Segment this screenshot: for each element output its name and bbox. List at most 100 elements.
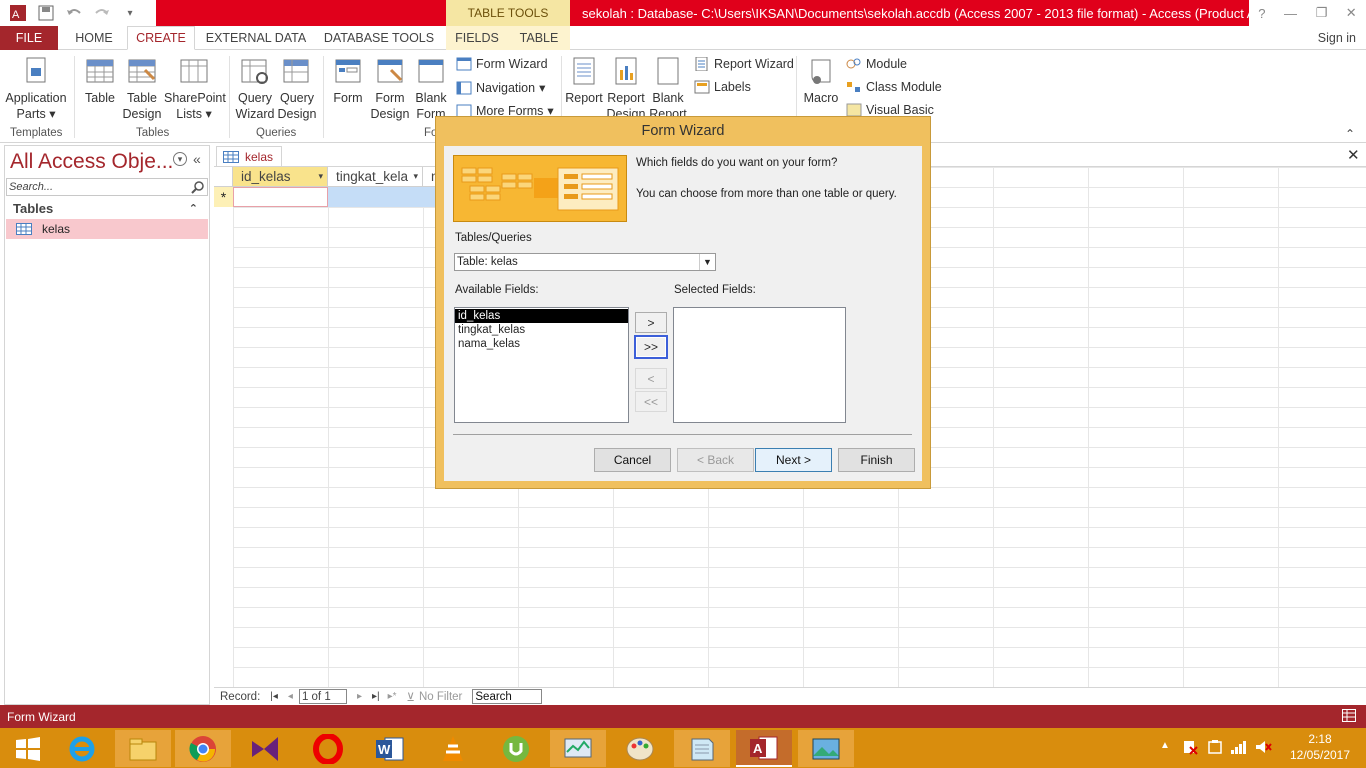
collapse-group-icon[interactable]: ⌃: [189, 202, 198, 215]
last-record-icon[interactable]: ▸|: [372, 691, 380, 702]
module-button[interactable]: Module: [846, 57, 907, 71]
report-wizard-button[interactable]: Report Wizard: [694, 57, 794, 71]
tab-file[interactable]: FILE: [0, 26, 58, 50]
nav-search-input[interactable]: Search...: [6, 178, 208, 196]
available-field-item[interactable]: tingkat_kelas: [455, 323, 628, 337]
tab-external-data[interactable]: EXTERNAL DATA: [200, 26, 312, 50]
opera-icon[interactable]: [300, 730, 356, 767]
close-document-icon[interactable]: ✕: [1347, 146, 1360, 164]
form-wizard-button[interactable]: Form Wizard: [456, 57, 548, 71]
nav-pane-title[interactable]: All Access Obje...: [10, 150, 173, 174]
help-icon[interactable]: ?: [1258, 6, 1265, 21]
blank-form-button[interactable]: Blank Form: [412, 56, 450, 122]
tab-database-tools[interactable]: DATABASE TOOLS: [320, 26, 438, 50]
tab-table[interactable]: TABLE: [508, 26, 570, 50]
chevron-down-icon[interactable]: ▼: [699, 254, 715, 270]
new-record-icon[interactable]: ▸*: [388, 691, 397, 702]
datasheet-view-icon[interactable]: [1342, 709, 1356, 725]
utorrent-icon[interactable]: [488, 730, 544, 767]
cell-id-kelas[interactable]: [233, 187, 328, 207]
available-fields-list[interactable]: id_kelas tingkat_kelas nama_kelas: [454, 307, 629, 423]
finish-button[interactable]: Finish: [838, 448, 915, 472]
show-hidden-icons[interactable]: ▲: [1160, 740, 1170, 751]
file-explorer-icon[interactable]: [115, 730, 171, 767]
class-module-button[interactable]: Class Module: [846, 80, 942, 94]
sign-in-link[interactable]: Sign in: [1318, 26, 1356, 50]
word-icon[interactable]: W: [362, 730, 418, 767]
record-position-input[interactable]: 1 of 1: [298, 689, 347, 704]
shutter-bar-icon[interactable]: «: [193, 151, 201, 167]
visual-studio-icon[interactable]: [237, 730, 293, 767]
table-button[interactable]: Table: [80, 56, 120, 106]
close-icon[interactable]: ✕: [1346, 5, 1357, 21]
cell-tingkat-kelas[interactable]: [328, 187, 435, 207]
save-icon[interactable]: [34, 1, 58, 25]
power-icon[interactable]: [1206, 739, 1224, 758]
blank-report-button[interactable]: Blank Report: [648, 56, 688, 122]
new-record-marker[interactable]: *: [214, 187, 233, 207]
internet-explorer-icon[interactable]: [54, 730, 110, 767]
sort-dropdown-icon[interactable]: ▾: [413, 171, 418, 182]
network-icon[interactable]: [1230, 739, 1248, 758]
remove-all-button[interactable]: <<: [635, 391, 667, 412]
visual-basic-button[interactable]: Visual Basic: [846, 103, 934, 117]
next-button[interactable]: Next >: [755, 448, 832, 472]
volume-icon[interactable]: [1254, 739, 1272, 758]
collapse-ribbon-icon[interactable]: ⌃: [1345, 127, 1355, 141]
available-field-item[interactable]: nama_kelas: [455, 337, 628, 351]
nav-menu-icon[interactable]: ▾: [173, 152, 187, 166]
nav-item-kelas[interactable]: kelas: [6, 219, 208, 239]
performance-monitor-icon[interactable]: [550, 730, 606, 767]
report-design-button[interactable]: Report Design: [605, 56, 647, 122]
select-all-corner[interactable]: [214, 167, 233, 187]
photo-viewer-icon[interactable]: [798, 730, 854, 767]
first-record-icon[interactable]: |◂: [270, 691, 278, 702]
tab-create[interactable]: CREATE: [127, 26, 195, 50]
application-parts-button[interactable]: Application Parts ▾: [4, 56, 68, 122]
move-all-button[interactable]: >>: [634, 335, 668, 359]
restore-icon[interactable]: ❐: [1316, 5, 1328, 21]
nav-group-tables[interactable]: Tables ⌃: [6, 198, 208, 218]
system-clock[interactable]: 2:18 12/05/2017: [1280, 731, 1360, 763]
query-design-button[interactable]: Query Design: [276, 56, 318, 122]
no-filter-button[interactable]: No Filter: [419, 691, 462, 703]
action-center-icon[interactable]: [1182, 739, 1198, 758]
macro-button[interactable]: Macro: [800, 56, 842, 106]
form-button[interactable]: Form: [328, 56, 368, 106]
dialog-title[interactable]: Form Wizard: [436, 117, 930, 145]
move-one-button[interactable]: >: [635, 312, 667, 333]
remove-one-button[interactable]: <: [635, 368, 667, 389]
tab-fields[interactable]: FIELDS: [446, 26, 508, 50]
column-header-id-kelas[interactable]: id_kelas ▾: [233, 167, 328, 187]
sort-dropdown-icon[interactable]: ▾: [318, 171, 323, 182]
table-design-button[interactable]: Table Design: [122, 56, 162, 122]
minimize-icon[interactable]: —: [1284, 6, 1297, 21]
customize-qat-icon[interactable]: ▾: [118, 1, 142, 25]
search-icon[interactable]: [191, 180, 205, 197]
redo-icon[interactable]: [90, 1, 114, 25]
back-button[interactable]: < Back: [677, 448, 754, 472]
navigation-button[interactable]: Navigation ▾: [456, 80, 545, 95]
query-wizard-button[interactable]: Query Wizard: [234, 56, 276, 122]
document-tab-kelas[interactable]: kelas: [216, 146, 282, 166]
record-search-input[interactable]: Search: [472, 689, 543, 704]
next-record-icon[interactable]: ▸: [357, 691, 362, 702]
start-button[interactable]: [0, 730, 56, 767]
chrome-icon[interactable]: [175, 730, 231, 767]
prev-record-icon[interactable]: ◂: [288, 691, 293, 702]
tab-home[interactable]: HOME: [64, 26, 124, 50]
selected-fields-list[interactable]: [673, 307, 846, 423]
cancel-button[interactable]: Cancel: [594, 448, 671, 472]
access-taskbar-icon[interactable]: A: [736, 730, 792, 767]
access-app-icon[interactable]: A: [6, 1, 30, 25]
paint-icon[interactable]: [612, 730, 668, 767]
available-field-item[interactable]: id_kelas: [455, 309, 628, 323]
labels-button[interactable]: Labels: [694, 80, 751, 94]
notepad-icon[interactable]: [674, 730, 730, 767]
sharepoint-lists-button[interactable]: SharePoint Lists ▾: [164, 56, 226, 122]
vlc-icon[interactable]: [425, 730, 481, 767]
column-header-tingkat-kelas[interactable]: tingkat_kela ▾: [328, 167, 423, 187]
form-design-button[interactable]: Form Design: [370, 56, 410, 122]
undo-icon[interactable]: [62, 1, 86, 25]
tables-queries-select[interactable]: Table: kelas ▼: [454, 253, 716, 271]
